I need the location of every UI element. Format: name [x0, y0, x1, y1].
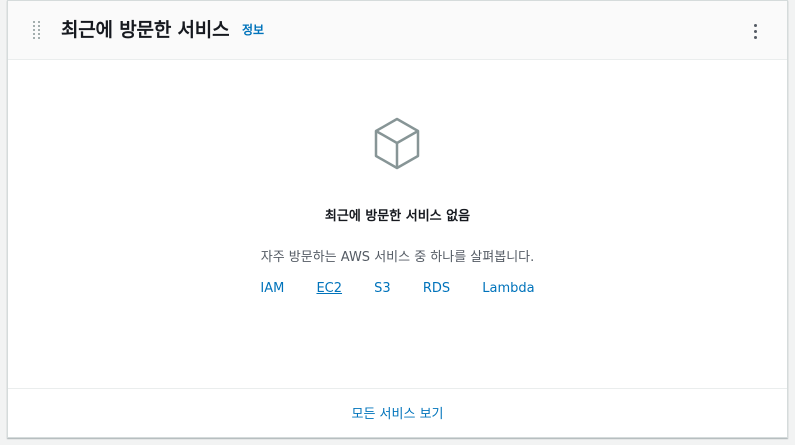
- service-link-s3[interactable]: S3: [374, 281, 391, 296]
- service-link-iam[interactable]: IAM: [260, 281, 284, 296]
- info-link[interactable]: 정보: [242, 21, 264, 38]
- service-link-ec2[interactable]: EC2: [316, 281, 342, 296]
- more-options-icon[interactable]: [745, 19, 765, 43]
- widget-title: 최근에 방문한 서비스: [61, 19, 230, 41]
- service-link-rds[interactable]: RDS: [423, 281, 450, 296]
- empty-state-title: 최근에 방문한 서비스 없음: [324, 209, 471, 224]
- service-links: IAM EC2 S3 RDS Lambda: [8, 281, 787, 296]
- service-link-lambda[interactable]: Lambda: [482, 281, 534, 296]
- view-all-services-link[interactable]: 모든 서비스 보기: [352, 403, 444, 422]
- empty-state-description: 자주 방문하는 AWS 서비스 중 하나를 살펴봅니다.: [260, 250, 535, 265]
- widget-header: 최근에 방문한 서비스 정보: [8, 1, 787, 60]
- cube-icon: [374, 117, 420, 170]
- widget-footer: 모든 서비스 보기: [8, 388, 787, 437]
- recently-visited-widget: 최근에 방문한 서비스 정보 최근에 방문한 서비스 없음 자주 방문하는 AW…: [7, 0, 788, 438]
- drag-handle-icon[interactable]: [33, 21, 43, 41]
